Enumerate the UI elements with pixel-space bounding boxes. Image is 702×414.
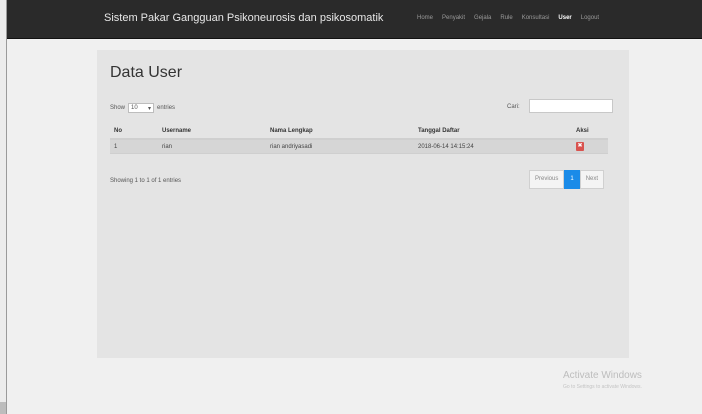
page-title: Data User bbox=[110, 64, 183, 81]
table-row: 1 rian rian andriyasadi 2018-06-14 14:15… bbox=[110, 139, 608, 154]
nav-item-penyakit[interactable]: Penyakit bbox=[442, 15, 465, 21]
pagination: Previous 1 Next bbox=[529, 170, 605, 189]
column-header-username[interactable]: Username bbox=[158, 124, 266, 140]
nav-item-logout[interactable]: Logout bbox=[581, 15, 599, 21]
column-header-nama-lengkap[interactable]: Nama Lengkap bbox=[266, 124, 414, 140]
cell-aksi: ✖ bbox=[572, 139, 608, 154]
nav-item-user[interactable]: User bbox=[558, 15, 571, 21]
table-info: Showing 1 to 1 of 1 entries bbox=[110, 178, 182, 184]
navbar-brand[interactable]: Sistem Pakar Gangguan Psikoneurosis dan … bbox=[104, 12, 383, 24]
activate-windows-title: Activate Windows bbox=[563, 370, 642, 381]
nav-item-gejala[interactable]: Gejala bbox=[474, 15, 491, 21]
entries-length-control: Show 10 ▾ entries bbox=[110, 103, 175, 113]
search-input[interactable] bbox=[529, 99, 613, 113]
cell-tanggal-daftar: 2018-06-14 14:15:24 bbox=[414, 139, 572, 154]
cell-no: 1 bbox=[110, 139, 158, 154]
page-1-button[interactable]: 1 bbox=[564, 170, 580, 189]
chevron-down-icon: ▾ bbox=[148, 105, 152, 112]
show-label: Show bbox=[110, 105, 126, 111]
cell-username: rian bbox=[158, 139, 266, 154]
navbar-menu: Home Penyakit Gejala Rule Konsultasi Use… bbox=[417, 15, 599, 21]
table-header-row: No Username Nama Lengkap Tanggal Daftar … bbox=[110, 124, 608, 140]
nav-item-home[interactable]: Home bbox=[417, 15, 433, 21]
entries-select[interactable]: 10 ▾ bbox=[128, 103, 155, 113]
column-header-aksi[interactable]: Aksi bbox=[572, 124, 608, 140]
corner-marker bbox=[0, 402, 6, 414]
column-header-tanggal-daftar[interactable]: Tanggal Daftar bbox=[414, 124, 572, 140]
browser-viewport: Sistem Pakar Gangguan Psikoneurosis dan … bbox=[6, 0, 702, 414]
column-header-no[interactable]: No bbox=[110, 124, 158, 140]
nav-item-rule[interactable]: Rule bbox=[500, 15, 512, 21]
content-panel: Data User Show 10 ▾ entries Cari: No Use… bbox=[97, 50, 629, 358]
search-label: Cari: bbox=[507, 104, 520, 110]
entries-label: entries bbox=[157, 105, 176, 111]
delete-icon[interactable]: ✖ bbox=[576, 142, 584, 151]
entries-select-value: 10 bbox=[131, 105, 138, 111]
cell-nama-lengkap: rian andriyasadi bbox=[266, 139, 414, 154]
user-table: No Username Nama Lengkap Tanggal Daftar … bbox=[110, 124, 608, 154]
previous-button[interactable]: Previous bbox=[529, 170, 565, 189]
nav-item-konsultasi[interactable]: Konsultasi bbox=[522, 15, 550, 21]
navbar: Sistem Pakar Gangguan Psikoneurosis dan … bbox=[7, 0, 702, 39]
next-button[interactable]: Next bbox=[579, 170, 605, 189]
activate-windows-subtitle: Go to Settings to activate Windows. bbox=[563, 384, 642, 390]
